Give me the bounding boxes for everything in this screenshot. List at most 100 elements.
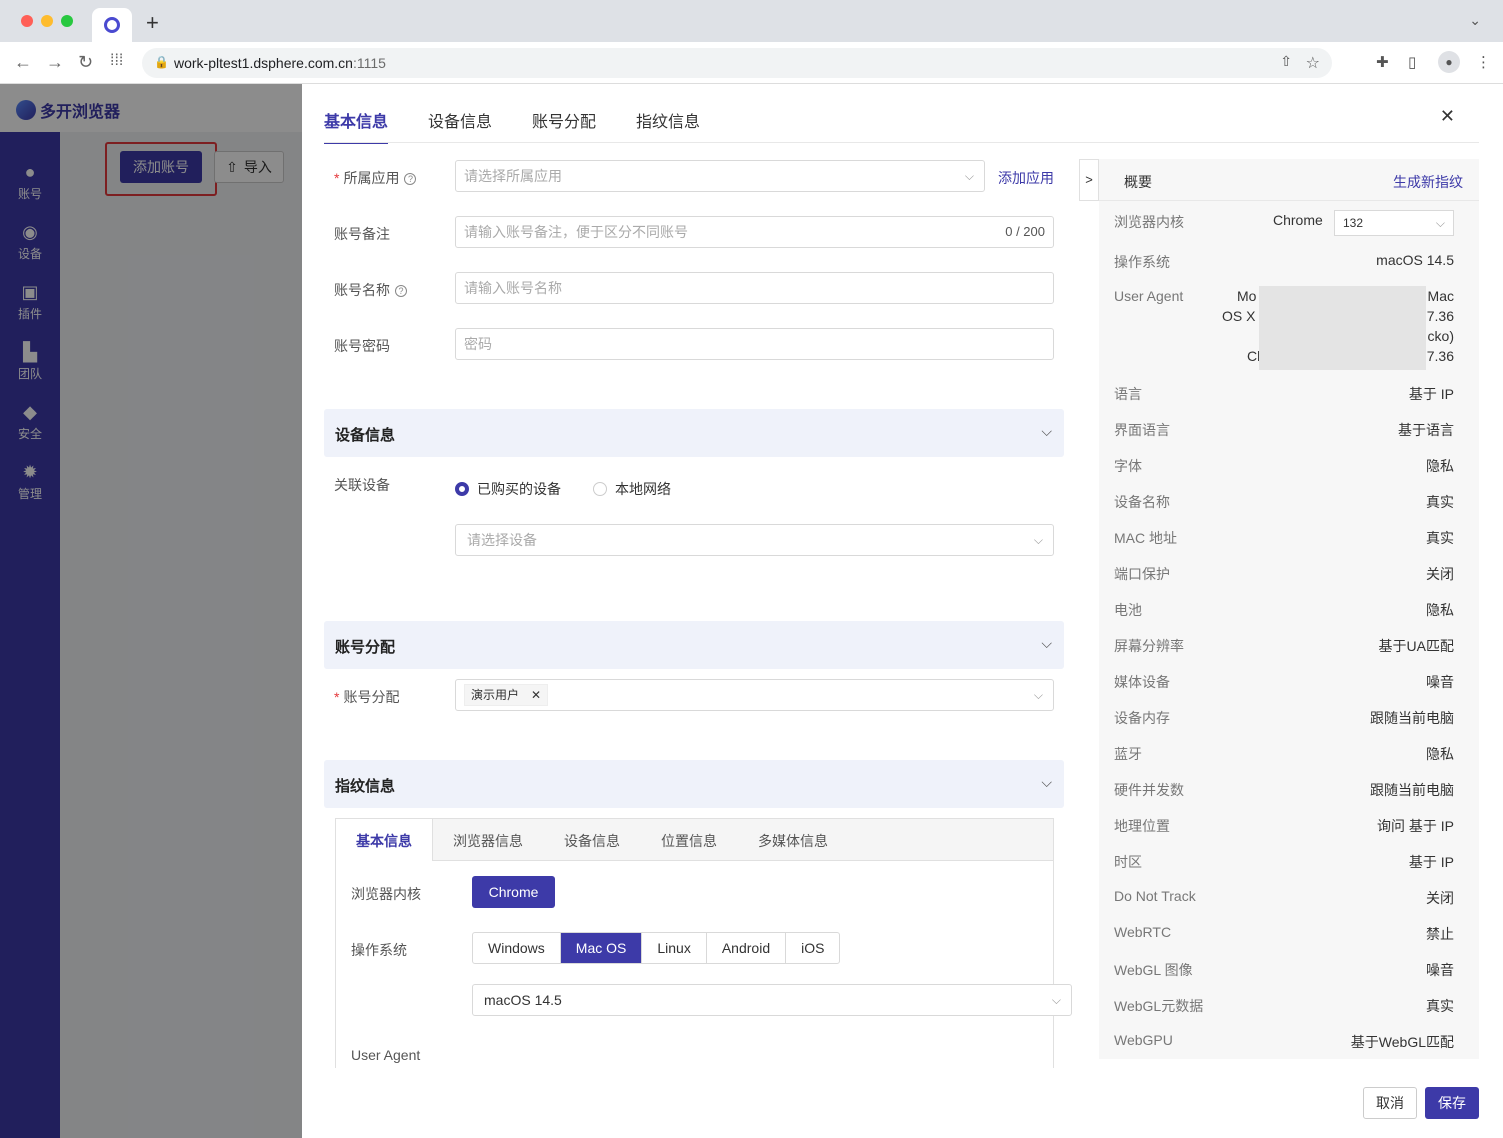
os-label: 操作系统 — [351, 942, 407, 958]
add-app-link[interactable]: 添加应用 — [998, 168, 1054, 188]
tag-close-icon[interactable]: ✕ — [531, 685, 541, 705]
chevron-down-icon: ⌵ — [1033, 688, 1043, 702]
summary-key: 屏幕分辨率 — [1114, 638, 1184, 654]
modal-overlay[interactable] — [0, 84, 302, 1138]
collapse-toggle[interactable]: > — [1079, 159, 1099, 201]
summary-key: 设备名称 — [1114, 494, 1170, 510]
close-icon[interactable]: ✕ — [1440, 106, 1455, 127]
chevron-down-icon: ⌵ — [1041, 423, 1052, 439]
os-option-windows[interactable]: Windows — [473, 933, 561, 963]
fingerprint-subtabs: 基本信息 浏览器信息 设备信息 位置信息 多媒体信息 — [336, 819, 1053, 861]
subtab-media[interactable]: 多媒体信息 — [758, 831, 828, 851]
subtab-location[interactable]: 位置信息 — [661, 831, 717, 851]
summary-value: 噪音 — [1426, 962, 1454, 978]
tab-device-info[interactable]: 设备信息 — [428, 108, 492, 144]
profile-avatar-icon[interactable]: ● — [1438, 51, 1460, 73]
back-arrow-icon[interactable]: ← — [14, 52, 32, 73]
kernel-label: 浏览器内核 — [351, 886, 421, 902]
subtab-device[interactable]: 设备信息 — [564, 831, 620, 851]
summary-key: Do Not Track — [1114, 888, 1196, 904]
ua-redaction-mask — [1259, 286, 1426, 370]
os-option-ios[interactable]: iOS — [786, 933, 839, 963]
password-input[interactable]: 密码 — [455, 328, 1054, 360]
ua-fragment: cko) — [1427, 328, 1454, 344]
password-field-label: 账号密码 — [334, 338, 390, 354]
assign-user-select[interactable]: 演示用户 ✕ ⌵ — [455, 679, 1054, 711]
os-segmented-control: Windows Mac OS Linux Android iOS — [472, 932, 841, 964]
subtab-browser[interactable]: 浏览器信息 — [453, 831, 523, 851]
radio-bought-device[interactable]: 已购买的设备 — [455, 479, 561, 499]
summary-key: 字体 — [1114, 458, 1142, 474]
ua-fragment: Mac — [1427, 288, 1454, 304]
os-option-linux[interactable]: Linux — [642, 933, 707, 963]
chevron-down-icon: ⌵ — [1435, 216, 1445, 230]
kernel-version-select[interactable]: 132 ⌵ — [1334, 210, 1454, 236]
tab-search-chevron-icon[interactable]: ⌄ — [1469, 12, 1481, 29]
summary-value: 基于语言 — [1398, 422, 1454, 438]
chevron-down-icon: ⌵ — [1041, 774, 1052, 790]
summary-key: WebGPU — [1114, 1032, 1173, 1048]
reload-icon[interactable]: ↻ — [78, 52, 93, 73]
kernel-chrome-button[interactable]: Chrome — [472, 876, 555, 908]
bookmark-star-icon[interactable]: ☆ — [1306, 53, 1320, 73]
ua-fragment: 7.36 — [1426, 348, 1454, 364]
ua-fragment: Mo — [1237, 288, 1257, 304]
omnibox[interactable]: 🔒 work-pltest1.dsphere.com.cn:1115 ☆ ⇧ — [142, 48, 1332, 78]
app-field-label: * 所属应用? — [334, 168, 417, 188]
device-select[interactable]: 请选择设备 ⌵ — [455, 524, 1054, 556]
summary-key: 界面语言 — [1114, 422, 1170, 438]
account-name-input[interactable]: 请输入账号名称 — [455, 272, 1054, 304]
section-title: 账号分配 — [335, 639, 396, 656]
os-option-macos[interactable]: Mac OS — [560, 933, 643, 963]
os-version-select[interactable]: macOS 14.5 ⌵ — [472, 984, 1072, 1016]
subtab-basic[interactable]: 基本信息 — [336, 819, 433, 861]
summary-value: 真实 — [1426, 530, 1454, 546]
apps-grid-icon[interactable]: ⁞⁞⁞ — [110, 52, 123, 70]
lock-icon: 🔒 — [154, 55, 169, 69]
menu-kebab-icon[interactable]: ⋮ — [1476, 53, 1491, 71]
side-panel-icon[interactable]: ▯ — [1408, 53, 1416, 71]
extensions-puzzle-icon[interactable]: ✚ — [1376, 53, 1389, 71]
tabs-divider — [324, 142, 1479, 143]
share-icon[interactable]: ⇧ — [1280, 53, 1292, 70]
cancel-button[interactable]: 取消 — [1363, 1087, 1417, 1119]
summary-title: 概要 — [1124, 174, 1152, 190]
radio-local-network[interactable]: 本地网络 — [593, 479, 671, 499]
browser-tab[interactable] — [92, 8, 132, 42]
os-option-android[interactable]: Android — [707, 933, 787, 963]
summary-key: WebGL 图像 — [1114, 962, 1193, 978]
ua-fragment: 7.36 — [1426, 308, 1454, 324]
close-window-button[interactable] — [21, 15, 33, 27]
char-counter: 0 / 200 — [1005, 224, 1045, 239]
tab-fingerprint-info[interactable]: 指纹信息 — [636, 108, 700, 144]
summary-panel: > 概要 生成新指纹 浏览器内核 Chrome 132 ⌵ 操作系统 macOS … — [1079, 159, 1479, 1059]
assign-label: * 账号分配 — [334, 689, 400, 705]
summary-value: 询问 基于 IP — [1376, 818, 1454, 834]
fingerprint-section-header[interactable]: 指纹信息 ⌵ — [324, 760, 1064, 808]
generate-fingerprint-link[interactable]: 生成新指纹 — [1393, 172, 1463, 192]
help-icon[interactable]: ? — [404, 173, 417, 186]
summary-value: Chrome — [1273, 212, 1323, 228]
note-input[interactable]: 请输入账号备注，便于区分不同账号 0 / 200 — [455, 216, 1054, 248]
summary-value: 跟随当前电脑 — [1370, 710, 1454, 726]
summary-key: 设备内存 — [1114, 710, 1170, 726]
radio-label: 本地网络 — [615, 481, 671, 497]
minimize-window-button[interactable] — [41, 15, 53, 27]
summary-value: 基于 IP — [1408, 854, 1454, 870]
assign-section-header[interactable]: 账号分配 ⌵ — [324, 621, 1064, 669]
app-select[interactable]: 请选择所属应用 ⌵ — [455, 160, 985, 192]
summary-key: 端口保护 — [1114, 566, 1170, 582]
tab-basic-info[interactable]: 基本信息 — [324, 108, 389, 144]
summary-value: 真实 — [1426, 494, 1454, 510]
radio-label: 已购买的设备 — [477, 481, 561, 497]
save-button[interactable]: 保存 — [1425, 1087, 1479, 1119]
new-tab-icon[interactable]: + — [146, 10, 159, 36]
tab-account-assign[interactable]: 账号分配 — [532, 108, 596, 144]
app-favicon-icon — [104, 17, 120, 33]
chevron-down-icon: ⌵ — [1041, 635, 1052, 651]
zoom-window-button[interactable] — [61, 15, 73, 27]
summary-key: 电池 — [1114, 602, 1142, 618]
help-icon[interactable]: ? — [395, 285, 407, 298]
forward-arrow-icon[interactable]: → — [46, 52, 64, 73]
device-section-header[interactable]: 设备信息 ⌵ — [324, 409, 1064, 457]
